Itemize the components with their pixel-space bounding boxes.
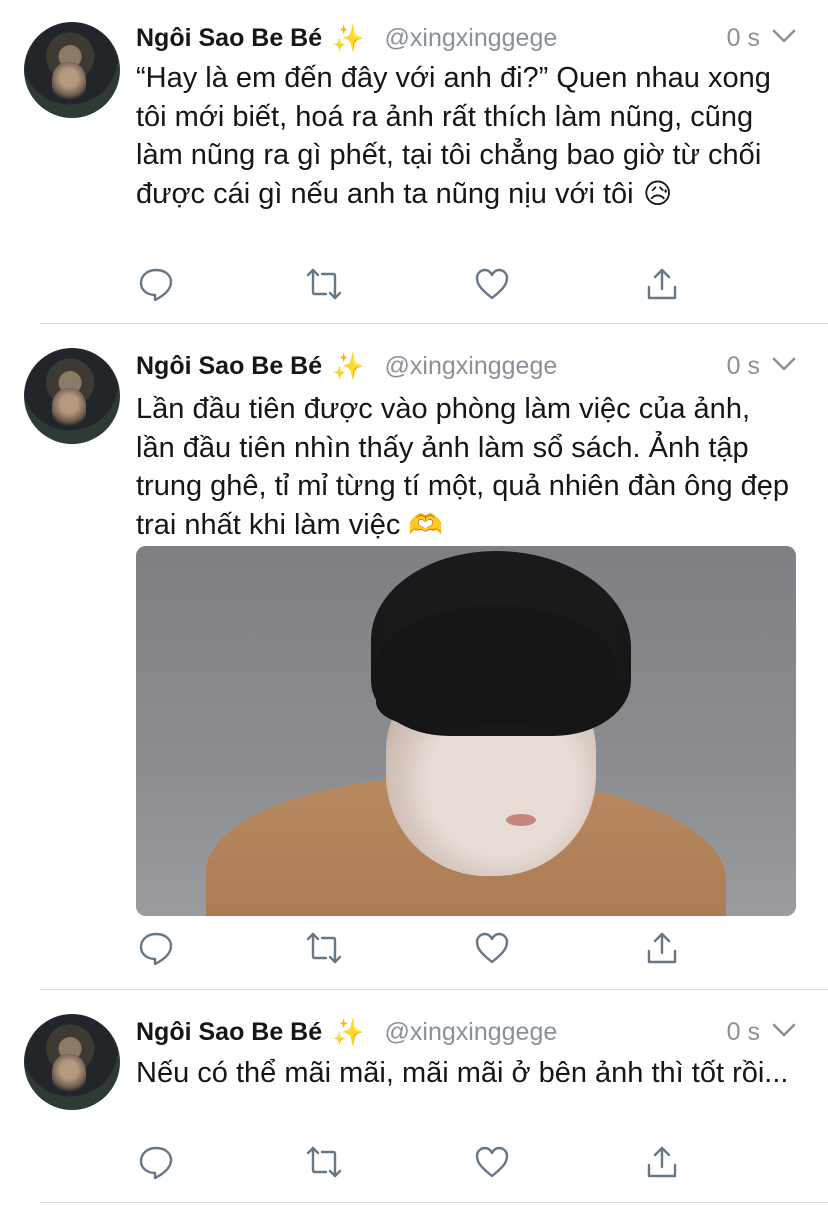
- like-button[interactable]: [474, 1144, 514, 1184]
- share-icon: [647, 268, 677, 300]
- author-name[interactable]: Ngôi Sao Be Bé: [136, 1018, 322, 1047]
- chevron-down-icon[interactable]: [772, 356, 796, 372]
- share-button[interactable]: [644, 266, 684, 306]
- retweet-button[interactable]: [306, 266, 346, 306]
- share-button[interactable]: [644, 1144, 684, 1184]
- tweet-feed: Ngôi Sao Be Bé ✨ @xingxinggege 0 s “Hay …: [0, 0, 828, 1205]
- share-button[interactable]: [644, 930, 684, 970]
- reply-button[interactable]: [138, 1144, 178, 1184]
- retweet-button[interactable]: [306, 930, 346, 970]
- share-icon: [647, 932, 677, 964]
- like-icon: [475, 268, 509, 300]
- retweet-icon: [306, 268, 342, 300]
- chevron-down-icon[interactable]: [772, 28, 796, 44]
- sad-face-emoji: 😥: [643, 177, 673, 209]
- avatar[interactable]: [24, 1014, 120, 1110]
- author-handle[interactable]: @xingxinggege: [385, 24, 558, 53]
- reply-icon: [139, 268, 173, 302]
- sparkle-icon: ✨: [332, 350, 365, 381]
- like-icon: [475, 932, 509, 964]
- tweet-text: Lần đầu tiên được vào phòng làm việc của…: [136, 390, 796, 544]
- timestamp: 0 s: [726, 351, 760, 380]
- tweet-header: Ngôi Sao Be Bé ✨ @xingxinggege 0 s: [136, 20, 798, 56]
- tweet-image[interactable]: [136, 546, 796, 916]
- retweet-icon: [306, 932, 342, 964]
- retweet-button[interactable]: [306, 1144, 346, 1184]
- tweet-header: Ngôi Sao Be Bé ✨ @xingxinggege 0 s: [136, 348, 798, 384]
- reply-button[interactable]: [138, 266, 178, 306]
- share-icon: [647, 1146, 677, 1178]
- tweet-actions: [136, 266, 696, 306]
- like-button[interactable]: [474, 266, 514, 306]
- chevron-down-icon[interactable]: [772, 1022, 796, 1038]
- reply-icon: [139, 1146, 173, 1180]
- tweet[interactable]: Ngôi Sao Be Bé ✨ @xingxinggege 0 s Nếu c…: [0, 990, 828, 1205]
- sparkle-icon: ✨: [332, 1016, 365, 1047]
- avatar[interactable]: [24, 348, 120, 444]
- author-name[interactable]: Ngôi Sao Be Bé: [136, 352, 322, 381]
- tweet-header: Ngôi Sao Be Bé ✨ @xingxinggege 0 s: [136, 1014, 798, 1050]
- like-icon: [475, 1146, 509, 1178]
- tweet-text: “Hay là em đến đây với anh đi?” Quen nha…: [136, 59, 796, 213]
- author-handle[interactable]: @xingxinggege: [385, 1018, 558, 1047]
- retweet-icon: [306, 1146, 342, 1178]
- like-button[interactable]: [474, 930, 514, 970]
- tweet-text: Nếu có thể mãi mãi, mãi mãi ở bên ảnh th…: [136, 1054, 796, 1093]
- heart-hands-emoji: 🫶: [408, 508, 444, 540]
- avatar[interactable]: [24, 22, 120, 118]
- timestamp: 0 s: [726, 23, 760, 52]
- tweet-text-content: “Hay là em đến đây với anh đi?” Quen nha…: [136, 62, 779, 210]
- author-handle[interactable]: @xingxinggege: [385, 352, 558, 381]
- tweet[interactable]: Ngôi Sao Be Bé ✨ @xingxinggege 0 s Lần đ…: [0, 324, 828, 990]
- tweet-text-content: Nếu có thể mãi mãi, mãi mãi ở bên ảnh th…: [136, 1057, 789, 1089]
- reply-button[interactable]: [138, 930, 178, 970]
- author-name[interactable]: Ngôi Sao Be Bé: [136, 24, 322, 53]
- divider: [40, 1202, 828, 1203]
- reply-icon: [139, 932, 173, 966]
- tweet-text-content: Lần đầu tiên được vào phòng làm việc của…: [136, 393, 798, 541]
- sparkle-icon: ✨: [332, 22, 365, 53]
- timestamp: 0 s: [726, 1017, 760, 1046]
- tweet-actions: [136, 930, 696, 970]
- tweet-actions: [136, 1144, 696, 1184]
- tweet[interactable]: Ngôi Sao Be Bé ✨ @xingxinggege 0 s “Hay …: [0, 0, 828, 324]
